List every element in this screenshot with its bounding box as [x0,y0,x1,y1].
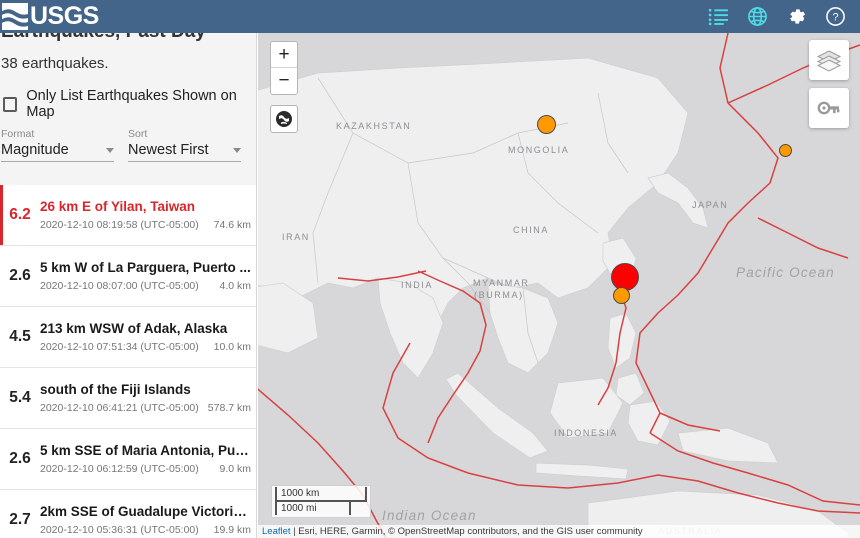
earthquake-list-item[interactable]: 4.5 213 km WSW of Adak, Alaska 2020-12-10 … [0,307,256,368]
leaflet-link[interactable]: Leaflet [262,526,291,537]
earthquake-time: 2020-12-10 08:07:00 (UTC-05:00) [40,280,199,292]
sidebar: Earthquakes, Past Day 38 earthquakes. On… [0,33,257,538]
earthquake-place: south of the Fiji Islands [40,382,191,397]
earthquake-time: 2020-12-10 07:51:34 (UTC-05:00) [40,341,199,353]
earthquake-list-item[interactable]: 6.2 26 km E of Yilan, Taiwan 2020-12-10 08… [0,185,256,246]
map-basemap [258,33,860,538]
earthquake-count: 38 earthquakes. [1,55,109,72]
earthquake-magnitude: 2.6 [9,450,31,467]
header-icon-group: ? [708,6,860,27]
earthquake-time: 2020-12-10 06:12:59 (UTC-05:00) [40,463,199,475]
earthquake-magnitude: 6.2 [9,206,31,223]
map-scale-bar: 1000 km 1000 mi [271,485,371,518]
usgs-wave-icon [2,3,28,30]
format-label: Format [1,128,35,140]
earthquake-place: 26 km E of Yilan, Taiwan [40,199,196,214]
earthquake-list[interactable]: 6.2 26 km E of Yilan, Taiwan 2020-12-10 08… [0,185,256,538]
only-list-label: Only List Earthquakes Shown on Map [26,88,237,120]
earthquake-depth: 9.0 km [219,463,251,475]
earthquake-magnitude: 5.4 [9,389,31,406]
map-attribution: Leaflet | Esri, HERE, Garmin, © OpenStre… [258,525,860,538]
earthquake-magnitude: 2.6 [9,267,31,284]
globe-icon [276,111,292,127]
sort-value: Newest First [128,142,209,158]
map-legend-button[interactable] [809,88,849,128]
earthquake-list-item[interactable]: 2.6 5 km SSE of Maria Antonia, Pue... 2020… [0,429,256,490]
gear-icon[interactable] [786,6,807,27]
layers-icon [816,50,842,72]
earthquake-details: 5 km SSE of Maria Antonia, Pue... 2020-12… [40,443,256,475]
earthquake-details: 213 km WSW of Adak, Alaska 2020-12-10 07:… [40,321,256,353]
earthquake-place: 5 km SSE of Maria Antonia, Pue... [40,443,251,458]
svg-text:?: ? [832,12,838,24]
earthquake-depth: 10.0 km [213,341,251,353]
sort-label: Sort [128,128,148,140]
globe-icon[interactable] [747,6,768,27]
list-icon[interactable] [708,6,729,27]
earthquake-place: 5 km W of La Parguera, Puerto ... [40,260,251,275]
chevron-down-icon [233,148,241,153]
earthquake-marker-mongolia[interactable] [536,114,556,134]
earthquake-place: 213 km WSW of Adak, Alaska [40,321,228,336]
earthquake-magnitude: 4.5 [9,328,31,345]
page-title: Earthquakes, Past Day [0,33,206,43]
earthquake-magnitude: 2.7 [9,511,31,528]
earthquake-marker-taiwan-secondary[interactable] [612,286,630,304]
sort-select[interactable]: Sort Newest First [128,128,241,162]
filter-controls: Format Magnitude Sort Newest First [1,128,241,162]
earthquake-time: 2020-12-10 06:41:21 (UTC-05:00) [40,402,199,414]
earthquake-depth: 578.7 km [207,402,251,414]
only-list-shown-on-map-row[interactable]: Only List Earthquakes Shown on Map [3,88,256,120]
earthquake-list-item[interactable]: 2.7 2km SSE of Guadalupe Victoria, ... 202… [0,490,256,538]
chevron-down-icon [106,148,114,153]
zoom-control: + − [270,41,298,95]
format-select[interactable]: Format Magnitude [1,128,114,162]
usgs-logo[interactable]: USGS [0,0,99,33]
earthquake-details: 2km SSE of Guadalupe Victoria, ... 2020-1… [40,504,256,536]
earthquake-list-item[interactable]: 2.6 5 km W of La Parguera, Puerto ... 2020… [0,246,256,307]
map-canvas[interactable]: KAZAKHSTAN MONGOLIA CHINA IRAN INDIA MYANMAR(… [258,33,860,538]
help-icon[interactable]: ? [825,6,846,27]
earthquake-details: 5 km W of La Parguera, Puerto ... 2020-12… [40,260,256,292]
app-header: USGS ? [0,0,860,33]
scale-km: 1000 km [275,487,367,502]
earthquake-depth: 4.0 km [219,280,251,292]
usgs-earthquake-map-app: USGS ? 38 earthquakes. Only List Earthqu… [0,0,860,538]
map-home-button[interactable] [270,105,298,133]
earthquake-depth: 19.9 km [213,524,251,536]
key-icon [817,101,840,115]
earthquake-time: 2020-12-10 05:36:31 (UTC-05:00) [40,524,199,536]
zoom-in-button[interactable]: + [271,42,297,68]
zoom-out-button[interactable]: − [271,68,297,94]
attribution-text: | Esri, HERE, Garmin, © OpenStreetMap co… [290,526,643,537]
earthquake-marker-kamchatka[interactable] [778,143,792,157]
only-list-checkbox[interactable] [3,96,18,112]
format-value: Magnitude [1,142,69,158]
earthquake-depth: 74.6 km [213,219,251,231]
earthquake-details: south of the Fiji Islands 2020-12-10 06:4… [40,382,256,414]
map-layers-button[interactable] [809,40,849,80]
earthquake-list-item[interactable]: 5.4 south of the Fiji Islands 2020-12-10 0… [0,368,256,429]
usgs-logo-text: USGS [30,2,99,30]
earthquake-place: 2km SSE of Guadalupe Victoria, ... [40,504,251,519]
scale-mi: 1000 mi [275,502,351,515]
earthquake-time: 2020-12-10 08:19:58 (UTC-05:00) [40,219,199,231]
earthquake-details: 26 km E of Yilan, Taiwan 2020-12-10 08:19… [40,199,256,231]
